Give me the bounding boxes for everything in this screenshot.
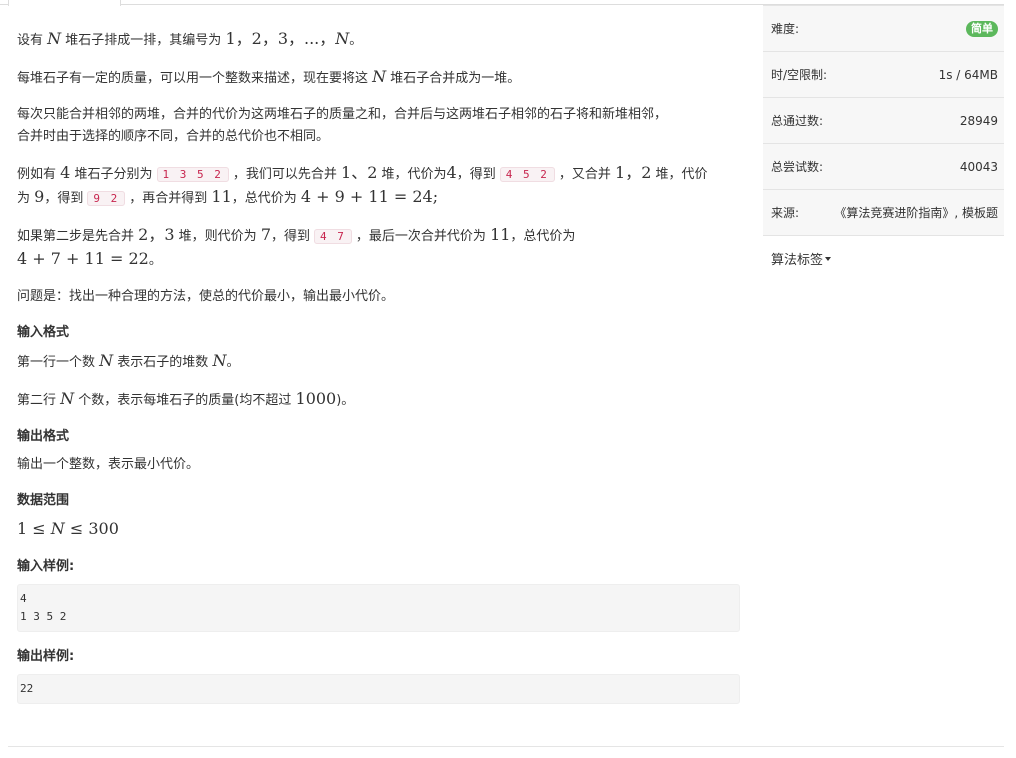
paragraph-1: 设有 N 堆石子排成一排，其编号为 1，2，3，...，N。: [17, 28, 740, 52]
text: 合并时由于选择的顺序不同，合并的总代价也不相同。: [17, 129, 330, 144]
output-format-heading: 输出格式: [17, 429, 70, 444]
inline-code: 9 2: [87, 191, 126, 206]
text: 个数，表示每堆石子的质量(均不超过: [78, 393, 292, 408]
output-line: 输出一个整数，表示最小代价。: [17, 457, 200, 472]
math-number: 4: [60, 163, 71, 182]
paragraph-3: 每次只能合并相邻的两堆，合并的代价为这两堆石子的质量之和，合并后与这两堆石子相邻…: [17, 104, 740, 148]
text: ，总代价为: [510, 229, 576, 244]
data-range-heading: 数据范围: [17, 493, 70, 508]
math: 7: [260, 225, 272, 244]
tried-label: 总尝试数:: [771, 160, 824, 174]
paragraph-6: 问题是：找出一种合理的方法，使总的代价最小，输出最小代价。: [17, 289, 395, 304]
text: 堆，则代价为: [178, 229, 257, 244]
math-n: N: [50, 519, 65, 538]
input-line-1: 第一行一个数 N 表示石子的堆数 N。: [17, 350, 740, 374]
passed-label: 总通过数:: [771, 114, 824, 128]
source-label: 来源:: [771, 206, 800, 220]
paragraph-5: 如果第二步是先合并 2，3 堆，则代价为 7，得到 4 7 ，最后一次合并代价为 1…: [17, 224, 740, 272]
math: 1000: [295, 389, 337, 408]
passed-count-row: 总通过数: 28949: [763, 98, 1004, 144]
inline-code: 4 5 2: [499, 167, 555, 182]
text: 堆石子分别为: [74, 167, 153, 182]
text: 堆，代价为: [381, 167, 447, 182]
text: 每堆石子有一定的质量，可以用一个整数来描述，现在要将这: [17, 71, 369, 86]
math: 1 ≤: [17, 519, 51, 538]
paragraph-2: 每堆石子有一定的质量，可以用一个整数来描述，现在要将这 N 堆石子合并成为一堆。: [17, 66, 740, 90]
algorithm-tags-toggle[interactable]: 算法标签: [763, 236, 1004, 281]
inline-code: 1 3 5 2: [156, 167, 229, 182]
text: 每次只能合并相邻的两堆，合并的代价为这两堆石子的质量之和，合并后与这两堆石子相邻…: [17, 107, 668, 122]
math: 11: [211, 187, 232, 206]
math-n: N: [99, 351, 114, 370]
text: 。: [349, 33, 363, 48]
text: ，得到: [271, 229, 311, 244]
text: 。: [148, 253, 162, 268]
math-n: N: [372, 67, 387, 86]
sample-output-heading: 输出样例:: [17, 649, 75, 664]
math: 4: [446, 163, 457, 182]
math-n: N: [335, 29, 350, 48]
text: 堆石子合并成为一堆。: [390, 71, 521, 86]
bottom-divider: [8, 746, 1004, 747]
inline-code: 4 7: [314, 229, 352, 244]
text: ，再合并得到: [129, 191, 208, 206]
data-range: 1 ≤ N ≤ 300: [17, 518, 740, 542]
text: 堆石子排成一排，其编号为: [65, 33, 222, 48]
text: ，我们可以先合并: [232, 167, 337, 182]
input-format-heading: 输入格式: [17, 325, 70, 340]
limit-value: 1s / 64MB: [938, 67, 998, 82]
source-row: 来源: 《算法竞赛进阶指南》, 模板题: [763, 190, 1004, 236]
text: 第一行一个数: [17, 355, 96, 370]
math: 9: [34, 187, 45, 206]
math-sequence: 1，2，3，...，: [225, 29, 336, 48]
problem-content: 设有 N 堆石子排成一排，其编号为 1，2，3，...，N。 每堆石子有一定的质…: [17, 28, 740, 718]
sample-input-heading: 输入样例:: [17, 559, 75, 574]
text: 例如有: [17, 167, 57, 182]
math-n: N: [212, 351, 227, 370]
limit-label: 时/空限制:: [771, 68, 828, 82]
text: 为: [17, 191, 31, 206]
text: ，总代价为: [231, 191, 297, 206]
source-value: 《算法竞赛进阶指南》, 模板题: [834, 206, 998, 220]
tried-count-row: 总尝试数: 40043: [763, 144, 1004, 190]
text: 如果第二步是先合并: [17, 229, 135, 244]
difficulty-row: 难度: 简单: [763, 5, 1004, 52]
math-n: N: [47, 29, 62, 48]
caret-down-icon: [825, 256, 832, 261]
input-line-2: 第二行 N 个数，表示每堆石子的质量(均不超过 1000)。: [17, 388, 740, 412]
text: ，最后一次合并代价为: [355, 229, 486, 244]
math-n: N: [60, 389, 75, 408]
sample-output-block[interactable]: 22: [17, 674, 740, 704]
text: 。: [226, 355, 240, 370]
text: ，又合并: [558, 167, 611, 182]
math: 4 + 7 + 11 = 22: [17, 249, 149, 268]
paragraph-4: 例如有 4 堆石子分别为 1 3 5 2 ，我们可以先合并 1、2 堆，代价为4，得…: [17, 162, 740, 210]
math: 11: [490, 225, 511, 244]
math: 4 + 9 + 11 = 24;: [300, 187, 439, 206]
sample-input-block[interactable]: 4 1 3 5 2: [17, 584, 740, 632]
text: ，得到: [456, 167, 496, 182]
passed-value: 28949: [959, 113, 998, 128]
text: 第二行: [17, 393, 57, 408]
problem-info-sidebar: 难度: 简单 时/空限制: 1s / 64MB 总通过数: 28949 总尝试数…: [763, 5, 1004, 281]
algorithm-tags-label: 算法标签: [771, 253, 824, 268]
text: 设有: [17, 33, 44, 48]
difficulty-label: 难度:: [771, 22, 800, 36]
text: 表示石子的堆数: [117, 355, 209, 370]
math: 1、2: [341, 163, 378, 182]
text: )。: [336, 393, 355, 408]
difficulty-badge: 简单: [966, 20, 998, 37]
tab-active[interactable]: [8, 0, 121, 6]
text: ，得到: [44, 191, 84, 206]
math: 2，3: [138, 225, 175, 244]
math: ≤ 300: [64, 519, 119, 538]
text: 堆，代价: [655, 167, 708, 182]
tried-value: 40043: [959, 159, 998, 174]
math: 1，2: [615, 163, 652, 182]
time-memory-limit-row: 时/空限制: 1s / 64MB: [763, 52, 1004, 98]
